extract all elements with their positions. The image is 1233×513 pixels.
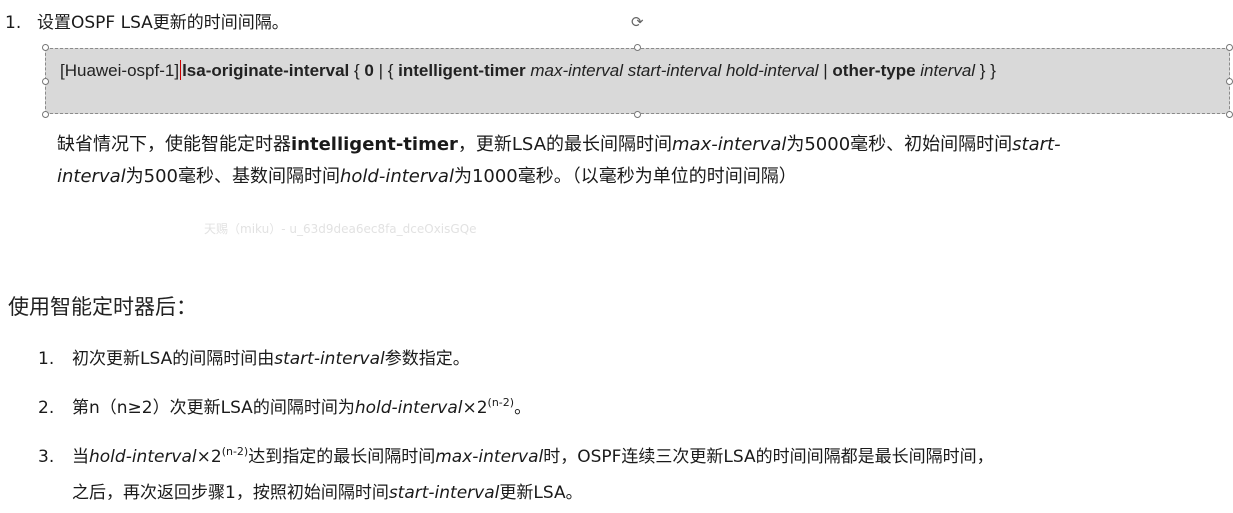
para-text: ，更新LSA的最长间隔时间 xyxy=(457,134,673,155)
start-interval-param: start-interval xyxy=(388,483,500,503)
para-text: 为500毫秒、基数间隔时间 xyxy=(125,166,340,187)
syntax-separator: | { xyxy=(373,61,399,80)
list-item: 1. 初次更新LSA的间隔时间由start-interval参数指定。 xyxy=(38,344,470,369)
default-paragraph-line-2: interval为500毫秒、基数间隔时间hold-interval为1000毫… xyxy=(57,162,797,188)
timer-params: max-interval start-interval hold-interva… xyxy=(525,61,824,80)
resize-handle-icon[interactable] xyxy=(1226,44,1233,51)
list-item: 2. 第n（n≥2）次更新LSA的间隔时间为hold-interval×2(n-2… xyxy=(38,393,531,418)
section-heading: 使用智能定时器后： xyxy=(8,295,197,319)
default-paragraph-line-1: 缺省情况下，使能智能定时器intelligent-timer，更新LSA的最长间… xyxy=(57,130,1061,156)
command-keyword: -originate-interval xyxy=(205,61,350,80)
command-text-box[interactable]: [Huawei-ospf-1] lsa-originate-interval { … xyxy=(45,48,1230,114)
start-interval-param: interval xyxy=(57,166,126,187)
start-interval-param: start- xyxy=(1012,134,1061,155)
start-interval-param: start-interval xyxy=(274,349,385,369)
list-text: 当 xyxy=(72,447,89,467)
resize-handle-icon[interactable] xyxy=(634,44,641,51)
para-text: 缺省情况下，使能智能定时器 xyxy=(57,134,291,155)
other-type-keyword: other-type xyxy=(832,61,916,80)
list-text: 更新LSA。 xyxy=(499,483,583,503)
resize-handle-icon[interactable] xyxy=(42,44,49,51)
command-prompt: [Huawei-ospf-1] xyxy=(60,61,180,80)
resize-handle-icon[interactable] xyxy=(42,78,49,85)
list-text: 初次更新LSA的间隔时间由 xyxy=(72,349,275,369)
step-number: 1. xyxy=(5,13,22,33)
list-text: 参数指定。 xyxy=(384,349,470,369)
multiply-text: ×2 xyxy=(462,398,488,418)
list-text: 第n（n≥2）次更新LSA的间隔时间为 xyxy=(72,398,355,418)
text-cursor xyxy=(180,60,182,80)
resize-handle-icon[interactable] xyxy=(42,111,49,118)
step-text: 设置OSPF LSA更新的时间间隔。 xyxy=(37,13,289,33)
step-1: 1. 设置OSPF LSA更新的时间间隔。 xyxy=(5,8,289,33)
rotate-handle-icon[interactable]: ⟳ xyxy=(631,15,645,30)
list-number: 3. xyxy=(38,447,55,467)
interval-param: interval xyxy=(915,61,976,80)
list-item-continuation: 之后，再次返回步骤1，按照初始间隔时间start-interval更新LSA。 xyxy=(72,478,583,503)
syntax-brace: } } xyxy=(975,61,996,80)
list-text: 之后，再次返回步骤1，按照初始间隔时间 xyxy=(72,483,389,503)
list-text: 。 xyxy=(514,398,532,418)
list-number: 1. xyxy=(38,349,55,369)
hold-interval-param: hold-interval xyxy=(89,447,197,467)
zero-option: 0 xyxy=(364,61,374,80)
resize-handle-icon[interactable] xyxy=(1226,78,1233,85)
list-text: 时，OSPF连续三次更新LSA的时间间隔都是最长间隔时间， xyxy=(543,447,994,467)
syntax-brace: { xyxy=(349,61,365,80)
max-interval-param: max-interval xyxy=(672,134,787,155)
watermark: 天赐（miku）- u_63d9dea6ec8fa_dceOxisGQe xyxy=(204,222,477,236)
list-item: 3. 当hold-interval×2(n-2)达到指定的最长间隔时间max-in… xyxy=(38,442,994,467)
max-interval-param: max-interval xyxy=(435,447,544,467)
intelligent-timer-keyword: intelligent-timer xyxy=(398,61,526,80)
intelligent-timer-keyword: intelligent-timer xyxy=(291,134,458,155)
hold-interval-param: hold-interval xyxy=(354,398,463,418)
resize-handle-icon[interactable] xyxy=(634,111,641,118)
exponent: (n-2) xyxy=(487,396,515,409)
multiply-text: ×2 xyxy=(196,447,222,467)
exponent: (n-2) xyxy=(221,445,249,458)
para-text: 为1000毫秒。（以毫秒为单位的时间间隔） xyxy=(453,166,797,187)
list-number: 2. xyxy=(38,398,55,418)
command-syntax: [Huawei-ospf-1] lsa-originate-interval { … xyxy=(60,60,996,81)
command-keyword-part: lsa xyxy=(182,61,206,80)
para-text: 为5000毫秒、初始间隔时间 xyxy=(786,134,1013,155)
resize-handle-icon[interactable] xyxy=(1226,111,1233,118)
hold-interval-param: hold-interval xyxy=(339,166,454,187)
list-text: 达到指定的最长间隔时间 xyxy=(248,447,436,467)
